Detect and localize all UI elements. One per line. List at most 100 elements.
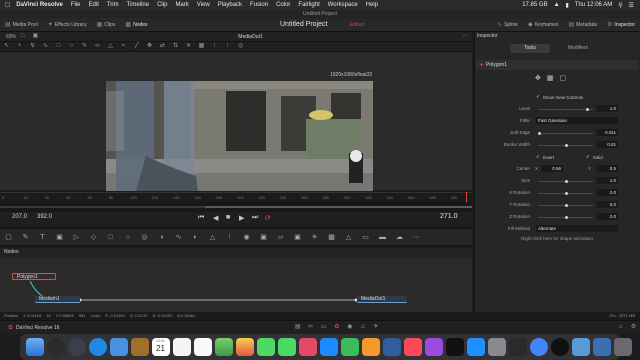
tab-clips[interactable]: ▦ Clips <box>92 18 121 32</box>
search-icon[interactable]: ⚲ <box>618 2 622 9</box>
play-reverse-icon[interactable]: ◀ <box>213 214 218 222</box>
menu-trim[interactable]: Trim <box>107 2 119 8</box>
soft-edge-value[interactable]: 0.011 <box>596 129 618 136</box>
go-to-end-icon[interactable]: ⏭ <box>252 214 258 222</box>
chrome-icon[interactable] <box>529 338 548 356</box>
loop-icon[interactable]: ⟳ <box>265 214 271 222</box>
downloads-icon[interactable] <box>592 338 611 356</box>
center-x-value[interactable]: 0.56 <box>541 165 563 172</box>
menu-mark[interactable]: Mark <box>175 2 188 8</box>
tab-spline[interactable]: ∿ Spline <box>492 18 523 32</box>
polygon-enable-icon[interactable]: ● <box>480 60 483 70</box>
menu-clip[interactable]: Clip <box>157 2 167 8</box>
close-shape-icon[interactable]: △ <box>107 43 114 50</box>
menu-help[interactable]: Help <box>366 2 378 8</box>
viewer-options-icon[interactable]: ⋯ <box>462 33 469 40</box>
invert-row[interactable]: ✓ Invert <box>536 154 554 160</box>
preview-icon[interactable] <box>571 338 590 356</box>
stocks-icon[interactable] <box>319 338 338 356</box>
node-polygon[interactable]: Polygon1 <box>12 273 56 280</box>
image-plane-icon[interactable]: ▬ <box>378 233 387 242</box>
shape-box-icon[interactable]: ▦ <box>198 43 205 50</box>
transform-tool-icon[interactable]: ▷ <box>72 233 81 242</box>
page-color-icon[interactable]: ◉ <box>346 324 353 331</box>
time-ruler[interactable]: 0 10 20 40 60 80 100 120 140 160 180 200 220 240 260 28… <box>0 192 472 202</box>
merge3d-icon[interactable]: ▩ <box>327 233 336 242</box>
menu-fairlight[interactable]: Fairlight <box>298 2 319 8</box>
flip-icon[interactable]: ⇅ <box>172 43 179 50</box>
messages-icon[interactable] <box>256 338 275 356</box>
filter-dropdown[interactable]: Fast Gaussian <box>536 117 618 124</box>
notes-icon[interactable] <box>172 338 191 356</box>
curves-icon[interactable]: ∿ <box>174 233 183 242</box>
page-fusion-icon[interactable]: ✿ <box>333 324 340 331</box>
blur-tool-icon[interactable]: ◎ <box>140 233 149 242</box>
polygon-tool-icon[interactable]: ◇ <box>89 233 98 242</box>
text-tool-icon[interactable]: T <box>38 233 47 242</box>
calendar-icon[interactable]: AUG 21 <box>151 338 170 356</box>
emitter-icon[interactable]: ◉ <box>242 233 251 242</box>
render3d-icon[interactable]: △ <box>344 233 353 242</box>
y-rotation-knob[interactable] <box>565 204 568 207</box>
menu-playback[interactable]: Playback <box>218 2 242 8</box>
ellipse-icon[interactable]: ○ <box>68 43 75 50</box>
x-rotation-value[interactable]: 0.0 <box>596 189 618 196</box>
select-icon[interactable]: ↖ <box>3 43 10 50</box>
trash-icon[interactable] <box>613 338 632 356</box>
rect-icon[interactable]: □ <box>55 43 62 50</box>
shape-animation-hint[interactable]: Right-click here for shape animation <box>476 236 638 241</box>
controls-subtab-icon[interactable]: ✥ <box>535 74 541 82</box>
playhead[interactable] <box>466 192 467 202</box>
davinci-resolve-icon[interactable] <box>550 338 569 356</box>
node-editor[interactable]: Polygon1 MediaIn1 MediaOut1 <box>0 257 472 312</box>
lut-icon[interactable]: ▣ <box>32 33 39 40</box>
playhead-time[interactable]: 271.0 <box>440 213 458 220</box>
app-store-icon[interactable] <box>466 338 485 356</box>
battery-icon[interactable]: ▮ <box>566 2 569 9</box>
inspector-tab-modifiers[interactable]: Modifiers <box>556 44 600 53</box>
play-icon[interactable]: ▶ <box>239 214 244 222</box>
size-value[interactable]: 1.0 <box>596 177 618 184</box>
tab-media-pool[interactable]: ▤ Media Pool <box>0 18 43 32</box>
menu-view[interactable]: View <box>197 2 210 8</box>
tab-nodes[interactable]: ▩ Nodes <box>120 18 152 32</box>
menu-fusion[interactable]: Fusion <box>250 2 268 8</box>
safari-icon[interactable] <box>88 338 107 356</box>
control-center-icon[interactable]: ☰ <box>629 2 634 9</box>
launchpad-icon[interactable] <box>67 338 86 356</box>
end-time[interactable]: 392.0 <box>37 214 52 220</box>
go-to-start-icon[interactable]: ⏮ <box>198 214 204 222</box>
tab-keyframes[interactable]: ◆ Keyframes <box>523 18 564 32</box>
soft-edge-slider[interactable] <box>538 133 593 134</box>
ellipse-tool-icon[interactable]: ○ <box>123 233 132 242</box>
apple-icon[interactable]:  <box>5 2 10 9</box>
contacts-icon[interactable] <box>130 338 149 356</box>
system-preferences-icon[interactable] <box>487 338 506 356</box>
pen-icon[interactable]: ✎ <box>81 43 88 50</box>
page-fairlight-icon[interactable]: ♫ <box>359 324 366 331</box>
reminders-icon[interactable] <box>193 338 212 356</box>
music-icon[interactable] <box>403 338 422 356</box>
show-handles-icon[interactable]: ⁝ <box>224 43 231 50</box>
tab-inspector[interactable]: ⚙ Inspector <box>602 18 640 32</box>
mail-icon[interactable] <box>109 338 128 356</box>
renderer-icon[interactable]: ▣ <box>259 233 268 242</box>
page-deliver-icon[interactable]: ✈ <box>372 324 379 331</box>
size-knob[interactable] <box>565 180 568 183</box>
matte-icon[interactable]: ◐ <box>191 233 200 242</box>
linear-icon[interactable]: ╱ <box>133 43 140 50</box>
settings-subtab-icon[interactable]: ▦ <box>547 74 554 82</box>
paint-tool-icon[interactable]: ✎ <box>21 233 30 242</box>
menu-workspace[interactable]: Workspace <box>328 2 358 8</box>
delete-point-icon[interactable]: ✕ <box>185 43 192 50</box>
tab-effects-library[interactable]: ✦ Effects Library <box>43 18 92 32</box>
roto-assist-icon[interactable]: ◎ <box>237 43 244 50</box>
polygon-header[interactable]: ● Polygon1 <box>476 60 638 70</box>
background-tool-icon[interactable]: ▢ <box>4 233 13 242</box>
home-icon[interactable]: ⌂ <box>617 324 624 331</box>
video-frame[interactable] <box>106 81 373 191</box>
podcasts-icon[interactable] <box>424 338 443 356</box>
z-rotation-knob[interactable] <box>565 216 568 219</box>
text3d-icon[interactable]: ▭ <box>361 233 370 242</box>
border-width-value[interactable]: 0.01 <box>596 141 618 148</box>
